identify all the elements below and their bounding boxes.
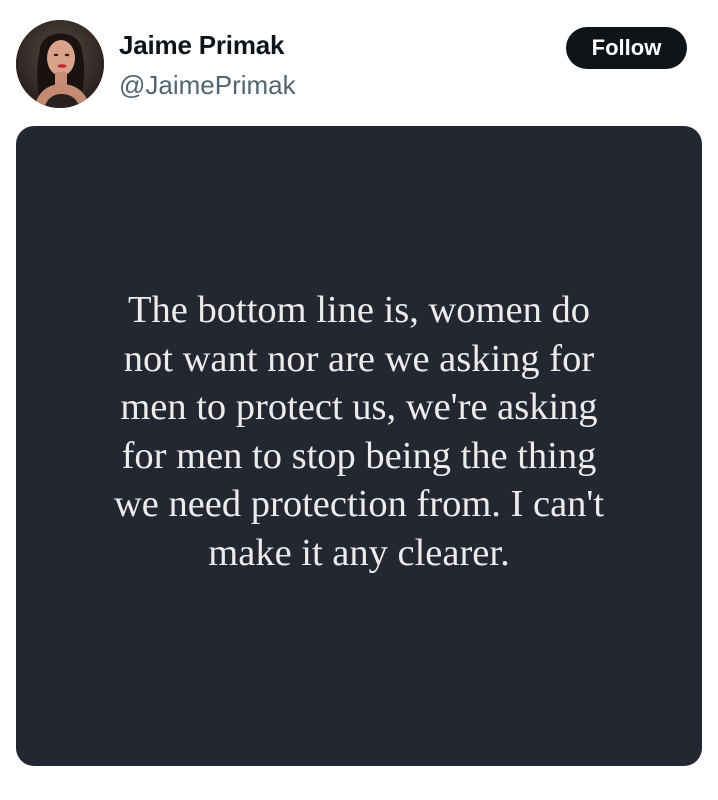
post-image[interactable]: The bottom line is, women do not want no… [16, 126, 702, 766]
quote-line: not want nor are we asking for [123, 337, 595, 380]
follow-button[interactable]: Follow [566, 27, 687, 69]
profile-photo-icon [16, 20, 104, 108]
quote-line: make it any clearer. [208, 531, 510, 574]
user-handle[interactable]: @JaimePrimak [119, 70, 296, 101]
quote-line: for men to stop being the thing [121, 434, 597, 477]
quote-line: men to protect us, we're asking [120, 386, 598, 428]
quote-text: The bottom line is, women do not want no… [46, 286, 672, 577]
display-name[interactable]: Jaime Primak [119, 30, 284, 61]
avatar[interactable] [16, 20, 104, 108]
post: Jaime Primak @JaimePrimak Follow The bot… [0, 0, 718, 800]
quote-line: The bottom line is, women do [128, 289, 590, 331]
quote-line: we need protection from. I can't [113, 483, 605, 525]
